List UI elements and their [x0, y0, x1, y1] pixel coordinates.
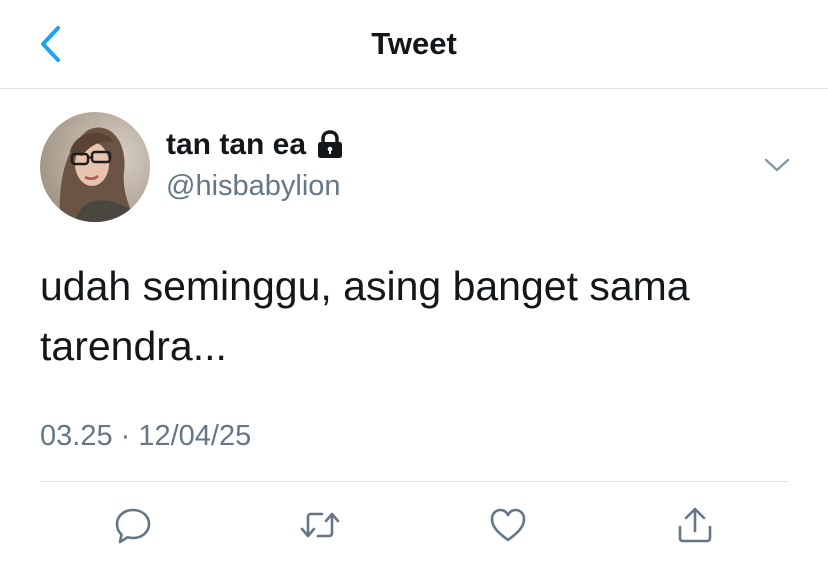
reply-icon [115, 508, 151, 544]
divider [40, 481, 788, 482]
page-title: Tweet [371, 26, 457, 61]
avatar-image [40, 112, 150, 222]
top-bar: Tweet [0, 0, 828, 89]
tweet-text: udah seminggu, asing banget sama tarendr… [40, 263, 690, 369]
tweet-menu-button[interactable] [760, 150, 794, 180]
tweet-detail-screen: Tweet tan tan ea @hisbabylion udah semin… [0, 0, 828, 570]
chevron-down-icon [764, 158, 790, 172]
author-name-row: tan tan ea [166, 128, 344, 162]
tweet-timestamp[interactable]: 03.25 · 12/04/25 [40, 420, 251, 453]
author-handle[interactable]: @hisbabylion [166, 170, 341, 203]
retweet-icon [300, 512, 340, 538]
retweet-button[interactable] [297, 502, 343, 548]
author-name[interactable]: tan tan ea [166, 128, 306, 162]
heart-icon [490, 508, 526, 542]
share-icon [678, 507, 712, 543]
like-button[interactable] [485, 502, 531, 548]
lock-icon [316, 130, 344, 160]
avatar[interactable] [40, 112, 150, 222]
share-button[interactable] [672, 502, 718, 548]
reply-button[interactable] [110, 502, 156, 548]
